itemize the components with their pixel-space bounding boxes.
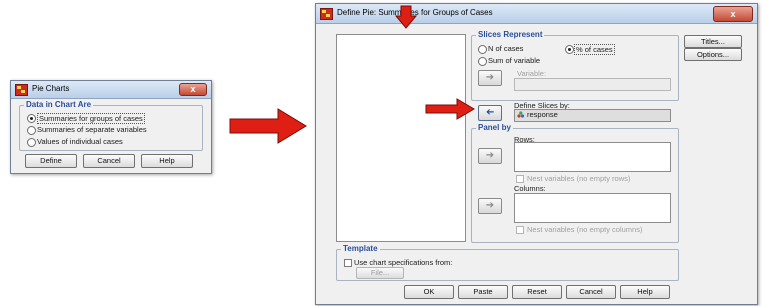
nest-columns-checkbox[interactable]	[516, 226, 524, 234]
individual-cases-radio[interactable]	[27, 138, 36, 147]
ok-button[interactable]: OK	[404, 285, 454, 299]
define-pie-titlebar: Define Pie: Summaries for Groups of Case…	[316, 4, 757, 24]
groups-of-cases-label[interactable]: Summaries for groups of cases	[37, 113, 145, 124]
spss-app-icon	[320, 8, 333, 20]
define-slices-arrow-button[interactable]: ➔	[478, 105, 502, 121]
slices-represent-label: Slices Represent	[476, 30, 545, 39]
variable-field[interactable]	[514, 78, 671, 91]
spss-app-icon	[15, 84, 28, 96]
pie-charts-titlebar: Pie Charts x	[11, 81, 211, 99]
use-chart-spec-label[interactable]: Use chart specifications from:	[354, 258, 452, 267]
define-pie-dialog: Define Pie: Summaries for Groups of Case…	[315, 3, 758, 305]
define-slices-field[interactable]: response	[514, 109, 671, 122]
pct-of-cases-label[interactable]: % of cases	[574, 44, 615, 55]
variable-label: Variable:	[517, 69, 547, 78]
n-of-cases-label[interactable]: N of cases	[488, 44, 523, 53]
individual-cases-label[interactable]: Values of individual cases	[37, 137, 123, 146]
annotation-arrow-large	[229, 108, 307, 144]
titles-button[interactable]: Titles...	[684, 35, 742, 48]
annotation-arrow-right	[425, 98, 475, 120]
help-button[interactable]: Help	[620, 285, 670, 299]
rows-field[interactable]	[514, 142, 671, 172]
pie-charts-title: Pie Charts	[32, 84, 70, 93]
variable-arrow-button[interactable]: ➔	[478, 70, 502, 86]
file-button[interactable]: File...	[356, 267, 404, 279]
nest-columns-label: Nest variables (no empty columns)	[527, 225, 643, 234]
separate-variables-radio[interactable]	[27, 126, 36, 135]
separate-variables-label[interactable]: Summaries of separate variables	[37, 125, 147, 134]
help-button[interactable]: Help	[141, 154, 193, 168]
template-label: Template	[341, 244, 380, 253]
paste-button[interactable]: Paste	[458, 285, 508, 299]
define-slices-value: response	[527, 110, 558, 119]
pie-charts-dialog: Pie Charts x Data in Chart Are Summaries…	[10, 80, 212, 174]
groups-of-cases-radio[interactable]	[27, 114, 36, 123]
columns-label: Columns:	[514, 184, 546, 193]
columns-field[interactable]	[514, 193, 671, 223]
cancel-button[interactable]: Cancel	[83, 154, 135, 168]
close-icon[interactable]: x	[179, 83, 207, 96]
n-of-cases-radio[interactable]	[478, 45, 487, 54]
cancel-button[interactable]: Cancel	[566, 285, 616, 299]
columns-arrow-button[interactable]: ➔	[478, 198, 502, 214]
reset-button[interactable]: Reset	[512, 285, 562, 299]
annotation-arrow-down	[395, 5, 417, 29]
options-button[interactable]: Options...	[684, 48, 742, 61]
nominal-variable-icon	[517, 111, 525, 119]
use-chart-spec-checkbox[interactable]	[344, 259, 352, 267]
sum-of-variable-radio[interactable]	[478, 57, 487, 66]
nest-rows-label: Nest variables (no empty rows)	[527, 174, 631, 183]
source-variable-list[interactable]	[336, 34, 466, 242]
close-icon[interactable]: x	[713, 6, 753, 22]
panel-by-label: Panel by	[476, 123, 513, 132]
nest-rows-checkbox[interactable]	[516, 175, 524, 183]
rows-arrow-button[interactable]: ➔	[478, 148, 502, 164]
pct-of-cases-radio[interactable]	[565, 45, 574, 54]
sum-of-variable-label[interactable]: Sum of variable	[488, 56, 540, 65]
data-in-chart-label: Data in Chart Are	[24, 100, 94, 109]
define-button[interactable]: Define	[25, 154, 77, 168]
